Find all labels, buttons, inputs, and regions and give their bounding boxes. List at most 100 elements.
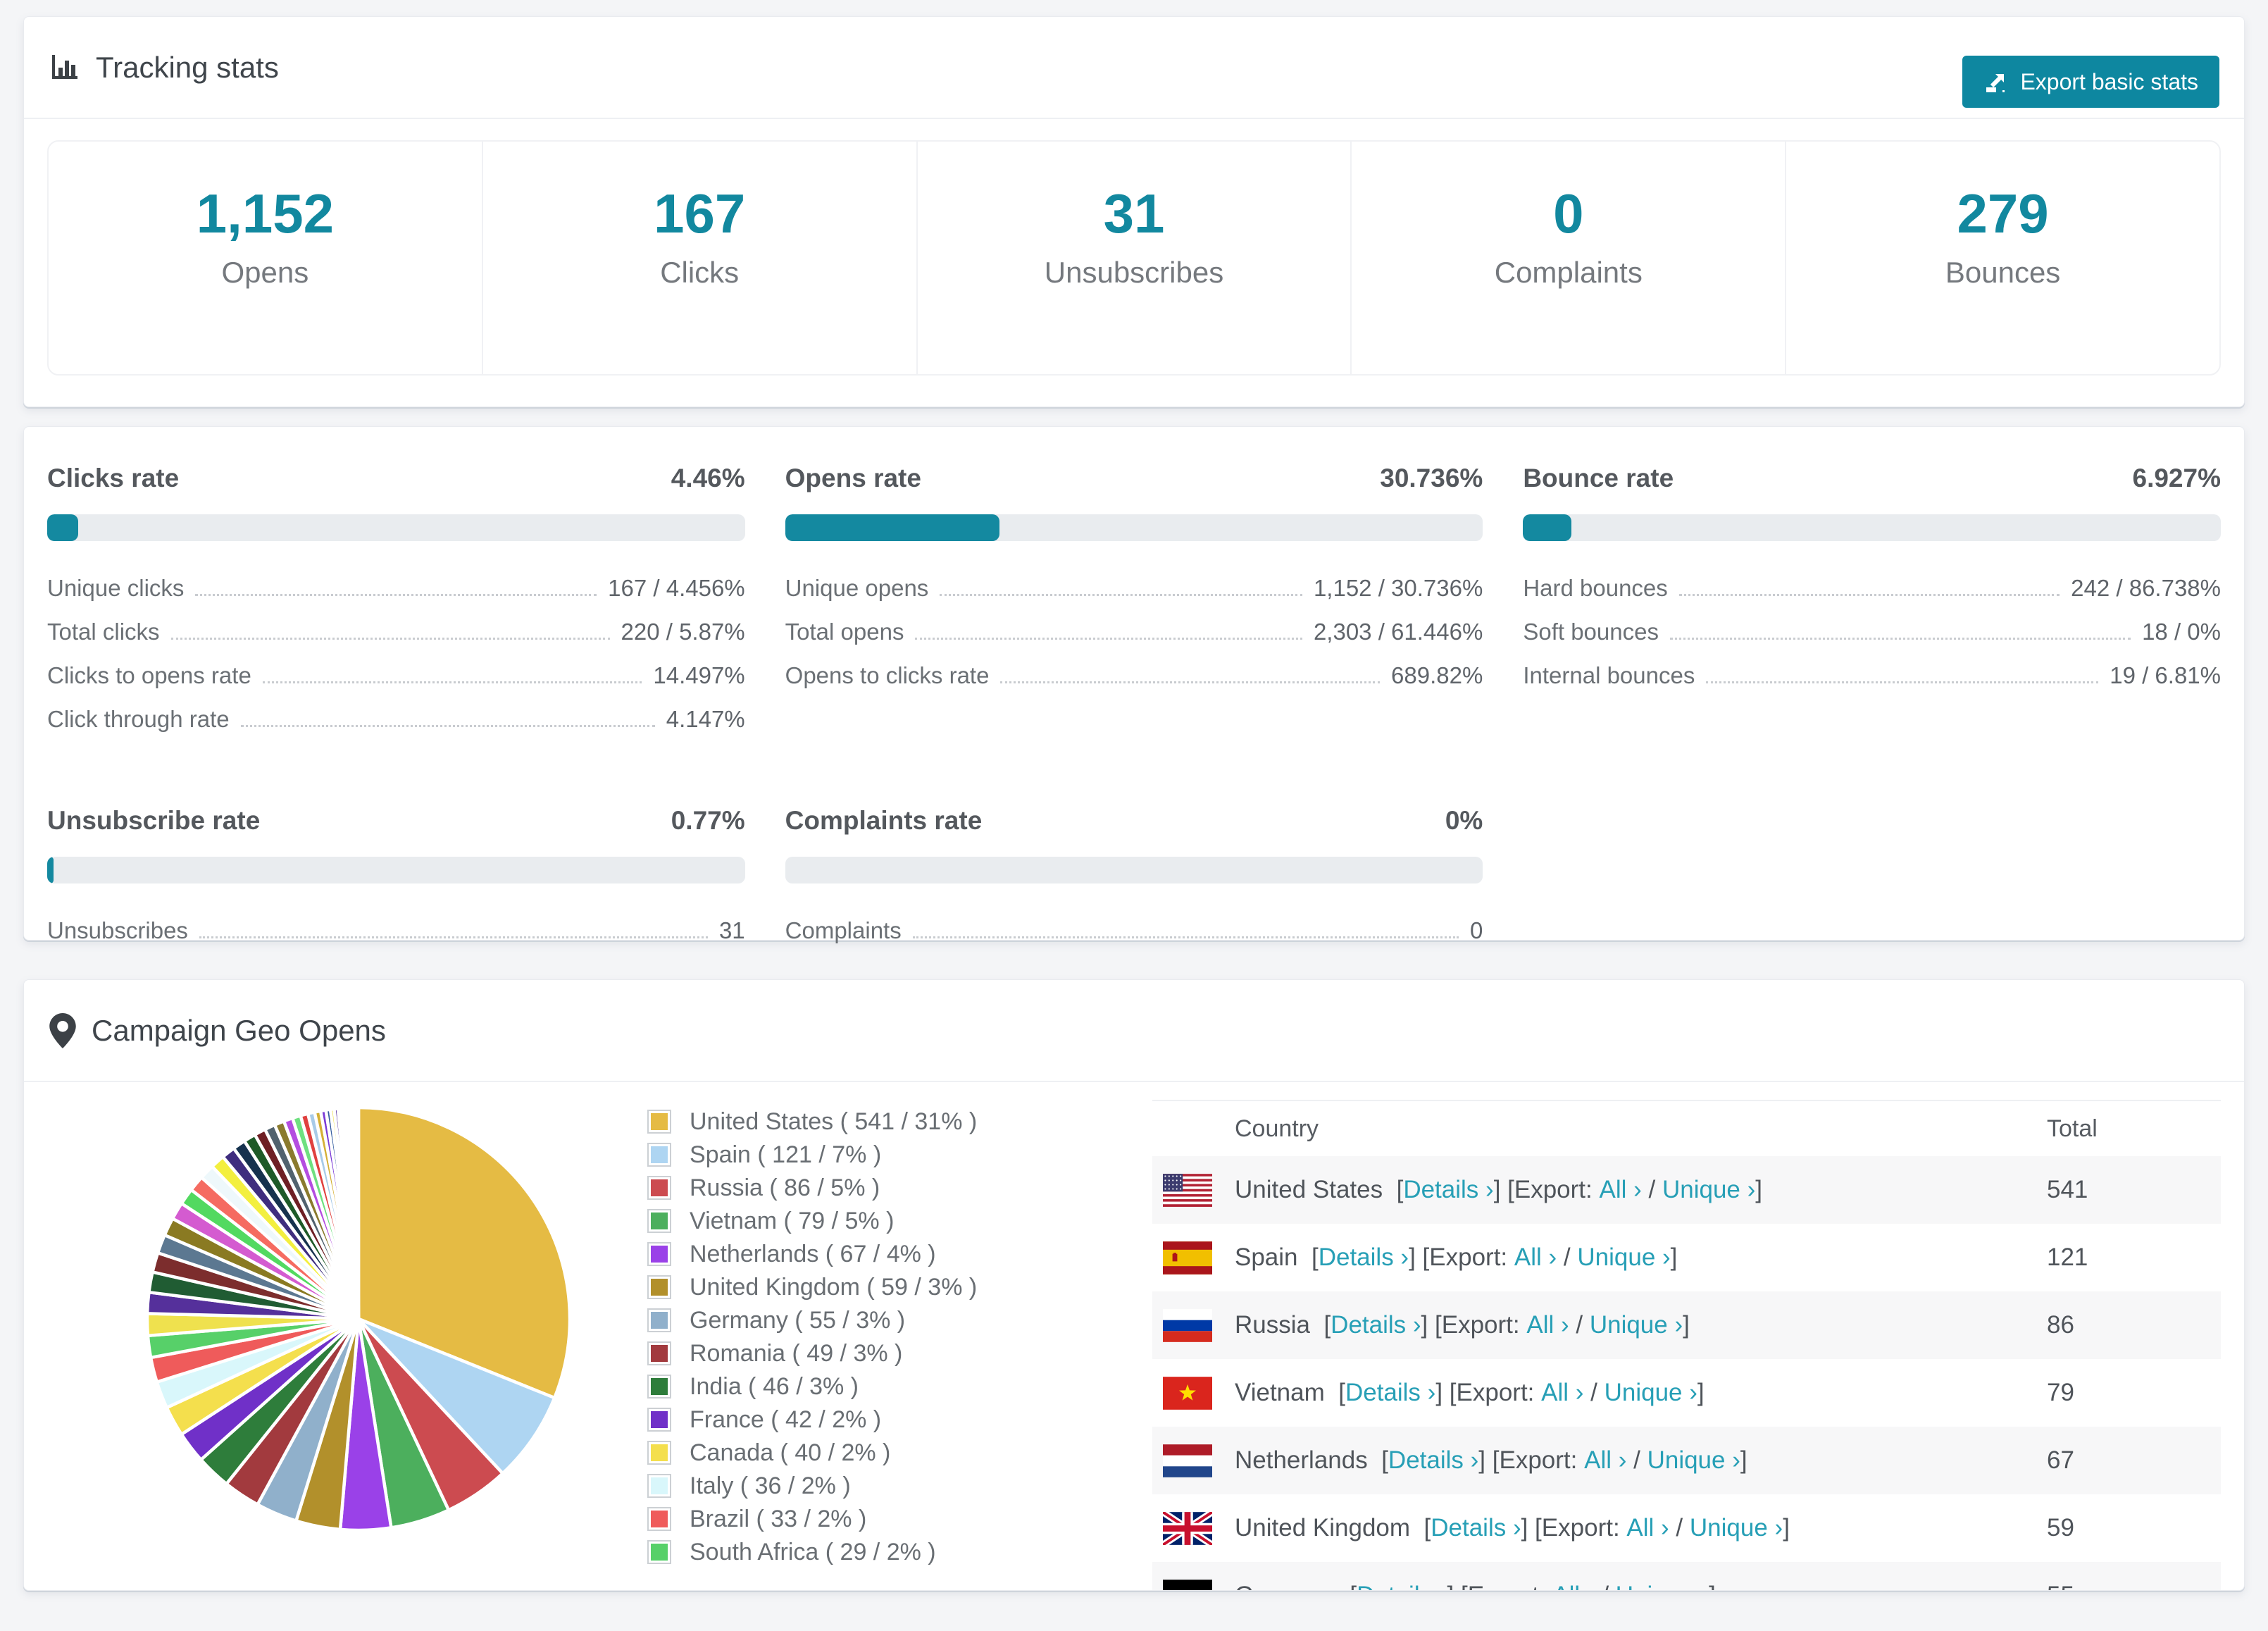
dotted-leader	[195, 594, 597, 596]
details-link[interactable]: Details ›	[1431, 1514, 1521, 1542]
rate-block: Unsubscribe rate 0.77% Unsubscribes 31	[47, 806, 745, 953]
country-cell: Spain [Details ›] [Export: All › / Uniqu…	[1152, 1241, 2047, 1275]
export-all-link[interactable]: All ›	[1541, 1379, 1583, 1406]
tracking-stats-title-text: Tracking stats	[96, 50, 279, 84]
export-icon	[1983, 69, 2009, 94]
rate-detail-rows: Unique opens 1,152 / 30.736% Total opens…	[785, 566, 1483, 697]
legend-item: France ( 42 / 2% )	[647, 1406, 977, 1434]
country-total: 121	[2047, 1244, 2088, 1271]
details-link[interactable]: Details ›	[1331, 1311, 1421, 1339]
stat-label: Complaints	[1494, 255, 1643, 289]
rate-detail-rows: Complaints 0	[785, 909, 1483, 953]
stat-detail-row: Unique opens 1,152 / 30.736%	[785, 566, 1483, 610]
export-unique-link[interactable]: Unique ›	[1605, 1379, 1697, 1406]
legend-label: Vietnam ( 79 / 5% )	[690, 1207, 895, 1234]
country-cell: Germany [Details ›] [Export: All › / Uni…	[1152, 1579, 2047, 1590]
export-all-link[interactable]: All ›	[1626, 1514, 1669, 1542]
details-link[interactable]: Details ›	[1319, 1244, 1409, 1271]
rate-title: Bounce rate	[1523, 464, 1674, 492]
total-column-header: Total	[2047, 1115, 2098, 1142]
stat-detail-row: Complaints 0	[785, 909, 1483, 953]
legend-label: Canada ( 40 / 2% )	[690, 1439, 891, 1466]
detail-label: Unique clicks	[47, 575, 185, 601]
detail-label: Unsubscribes	[47, 917, 188, 943]
rate-percent: 4.46%	[671, 464, 745, 492]
progress-bar	[785, 514, 1483, 541]
legend-label: South Africa ( 29 / 2% )	[690, 1538, 936, 1565]
legend-swatch	[647, 1375, 671, 1399]
detail-value: 689.82%	[1391, 662, 1483, 688]
legend-label: Italy ( 36 / 2% )	[690, 1472, 851, 1499]
stat-detail-row: Click through rate 4.147%	[47, 697, 745, 741]
details-link[interactable]: Details ›	[1403, 1176, 1493, 1203]
rates-grid: Clicks rate 4.46% Unique clicks 167 / 4.…	[24, 427, 2244, 953]
rate-head: Bounce rate 6.927%	[1523, 464, 2221, 493]
legend-swatch	[647, 1507, 671, 1531]
legend-item: United States ( 541 / 31% )	[647, 1108, 977, 1136]
country-column-header: Country	[1235, 1115, 1319, 1142]
rate-title: Unsubscribe rate	[47, 806, 261, 835]
dotted-leader	[199, 936, 708, 938]
legend-swatch	[647, 1242, 671, 1266]
legend-item: United Kingdom ( 59 / 3% )	[647, 1273, 977, 1301]
campaign-geo-opens-card: Campaign Geo Opens United States ( 541 /…	[23, 979, 2245, 1591]
export-unique-link[interactable]: Unique ›	[1662, 1176, 1755, 1203]
legend-swatch	[647, 1441, 671, 1465]
legend-item: Canada ( 40 / 2% )	[647, 1439, 977, 1467]
detail-value: 4.147%	[666, 706, 745, 732]
detail-value: 167 / 4.456%	[608, 575, 745, 601]
export-all-link[interactable]: All ›	[1600, 1176, 1642, 1203]
country-total: 79	[2047, 1379, 2074, 1406]
table-row: Germany [Details ›] [Export: All › / Uni…	[1152, 1562, 2221, 1590]
stats-strip: 1,152 Opens 167 Clicks 31 Unsubscribes 0…	[47, 140, 2221, 376]
tracking-stats-card: Tracking stats Export basic stats 1,152 …	[23, 16, 2245, 407]
rate-percent: 6.927%	[2132, 464, 2222, 492]
legend-label: Brazil ( 33 / 2% )	[690, 1505, 867, 1532]
geo-title-text: Campaign Geo Opens	[92, 1013, 386, 1047]
export-all-link[interactable]: All ›	[1514, 1244, 1557, 1271]
detail-label: Total opens	[785, 619, 904, 645]
rate-block: Opens rate 30.736% Unique opens 1,152 / …	[785, 464, 1483, 741]
legend-swatch	[647, 1540, 671, 1564]
dotted-leader	[240, 725, 655, 727]
rate-percent: 30.736%	[1380, 464, 1483, 492]
rate-title: Opens rate	[785, 464, 921, 492]
country-flag-gb	[1163, 1511, 1212, 1545]
export-unique-link[interactable]: Unique ›	[1590, 1311, 1683, 1339]
stat-card: 167 Clicks	[483, 142, 918, 374]
legend-swatch	[647, 1209, 671, 1233]
legend-swatch	[647, 1143, 671, 1167]
legend-label: Romania ( 49 / 3% )	[690, 1339, 903, 1367]
map-pin-icon	[49, 1012, 76, 1048]
geo-header: Campaign Geo Opens	[24, 980, 2244, 1082]
export-unique-link[interactable]: Unique ›	[1616, 1582, 1709, 1590]
geo-opens-pie-chart	[140, 1100, 577, 1537]
country-name: Russia	[1235, 1311, 1310, 1339]
legend-item: Brazil ( 33 / 2% )	[647, 1505, 977, 1533]
details-link[interactable]: Details ›	[1345, 1379, 1435, 1406]
detail-value: 220 / 5.87%	[621, 619, 745, 645]
details-link[interactable]: Details ›	[1388, 1446, 1478, 1474]
export-basic-stats-button[interactable]: Export basic stats	[1962, 56, 2219, 108]
dotted-leader	[170, 638, 610, 640]
legend-item: Germany ( 55 / 3% )	[647, 1306, 977, 1334]
legend-swatch	[647, 1408, 671, 1432]
export-unique-link[interactable]: Unique ›	[1690, 1514, 1783, 1542]
geo-body: United States ( 541 / 31% ) Spain ( 121 …	[24, 1082, 2244, 1590]
export-all-link[interactable]: All ›	[1552, 1582, 1595, 1590]
stat-detail-row: Unique clicks 167 / 4.456%	[47, 566, 745, 610]
export-unique-link[interactable]: Unique ›	[1647, 1446, 1740, 1474]
country-flag-vn	[1163, 1376, 1212, 1410]
pie-slice-other[interactable]	[356, 1105, 361, 1321]
dotted-leader	[1000, 681, 1381, 683]
progress-bar	[785, 857, 1483, 883]
bar-chart-icon	[49, 52, 80, 83]
details-link[interactable]: Details ›	[1357, 1582, 1447, 1590]
country-name: Vietnam	[1235, 1379, 1325, 1406]
export-unique-link[interactable]: Unique ›	[1577, 1244, 1670, 1271]
export-all-link[interactable]: All ›	[1584, 1446, 1626, 1474]
legend-label: Spain ( 121 / 7% )	[690, 1141, 882, 1168]
legend-item: Italy ( 36 / 2% )	[647, 1472, 977, 1500]
export-all-link[interactable]: All ›	[1526, 1311, 1569, 1339]
legend-label: India ( 46 / 3% )	[690, 1372, 859, 1400]
